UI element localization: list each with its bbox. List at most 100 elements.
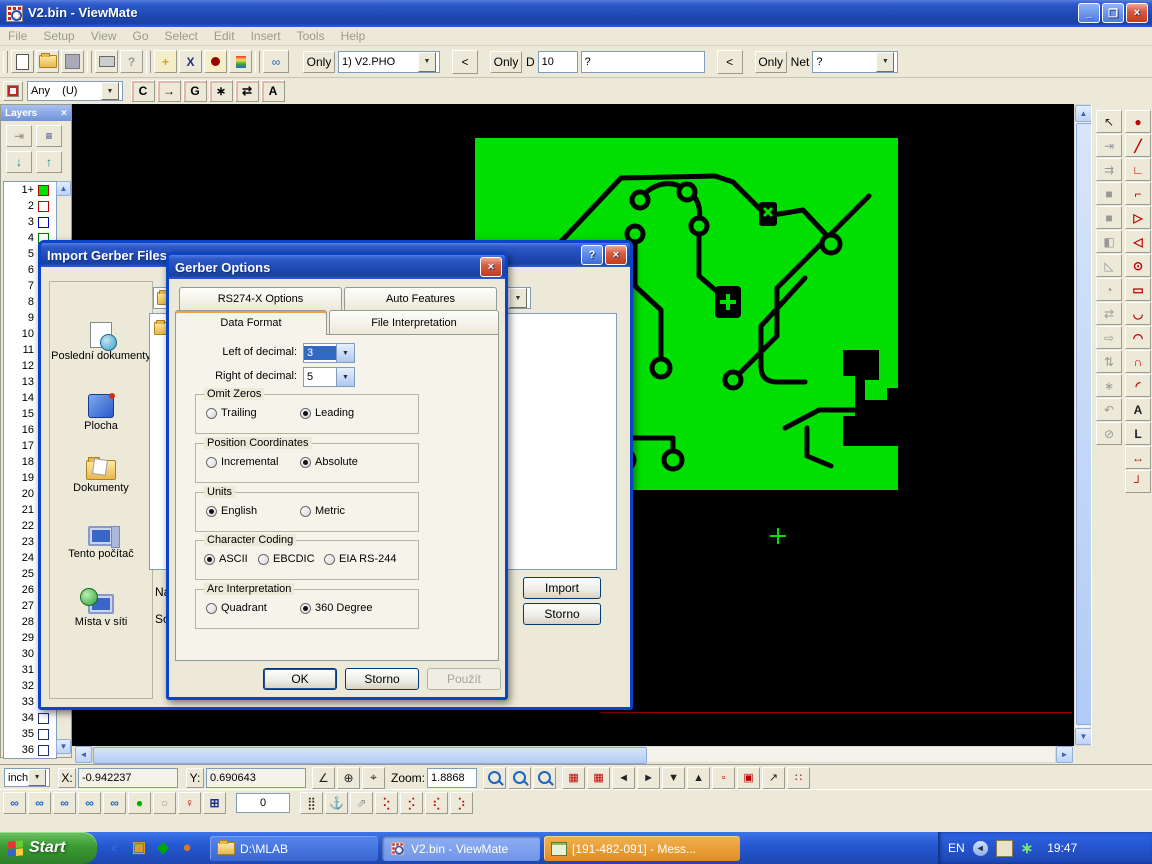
move-selection-tool[interactable]: ⇨ [1096,326,1122,349]
task-explorer-mlab[interactable]: D:\MLAB [210,836,378,861]
curve-tool[interactable]: ∩ [1125,350,1151,373]
chevron-down-icon[interactable]: ▼ [336,344,354,362]
tray-language-indicator[interactable]: EN [948,841,965,855]
glasses-view-button[interactable]: ∞ [263,50,289,73]
quicklaunch-firefox[interactable]: ● [178,837,196,857]
pattern-4-button[interactable]: ⡱ [450,792,473,814]
layer-scroll-up-icon[interactable]: ▲ [56,181,71,196]
menu-view[interactable]: View [83,29,125,43]
gerber-cancel-button[interactable]: Storno [345,668,419,690]
layer-row[interactable]: 34 [4,710,56,726]
layer-color-swatch[interactable] [38,713,49,724]
fit-all-button[interactable]: ∷ [787,767,810,789]
zoom-value-input[interactable]: 1.8868 [427,768,477,788]
view-mode-3-button[interactable]: ∞ [53,792,76,814]
menu-tools[interactable]: Tools [289,29,333,43]
dcode-button[interactable] [204,50,227,73]
move-layer-up-button[interactable]: ↑ [36,151,62,173]
radio-ebcdic[interactable]: EBCDIC [258,553,315,565]
copy-move-tool[interactable]: ⇉ [1096,158,1122,181]
zoom-window-button[interactable] [533,767,556,789]
layers-panel-titlebar[interactable]: Layers × [1,105,71,121]
zoom-in-button[interactable] [483,767,506,789]
only-net-button[interactable]: Only [755,51,787,73]
text-mode-button[interactable]: A [261,80,285,102]
radio-english[interactable]: English [206,505,257,517]
place-network[interactable]: Místa v síti [51,594,151,628]
layer-row[interactable]: 35 [4,726,56,742]
save-button[interactable] [61,50,84,73]
component-mode-button[interactable]: C [131,80,155,102]
net-combo[interactable]: ?▼ [812,51,898,73]
grid-dots-button[interactable]: ⣿ [300,792,323,814]
chevron-down-icon[interactable]: ▼ [28,769,46,786]
import-button[interactable]: Import [523,577,601,599]
view-mode-4-button[interactable]: ∞ [78,792,101,814]
dock-layer-button[interactable]: ⇥ [6,125,32,147]
vertical-scrollbar[interactable]: ▲ ▼ [1074,104,1091,746]
y-coordinate-label[interactable]: Y: [186,768,204,788]
tray-icq-icon[interactable]: ∗ [1021,839,1034,857]
any-filter-combo[interactable]: Any (U)▼ [27,81,123,101]
quicklaunch-help-book[interactable]: ◈ [154,837,172,857]
ok-button[interactable]: OK [263,668,337,690]
close-icon[interactable]: × [61,108,67,119]
unit-combo[interactable]: inch▼ [4,768,50,787]
gerber-mode-button[interactable]: G [183,80,207,102]
context-help-button[interactable]: ? [120,50,143,73]
radio-metric[interactable]: Metric [300,505,345,517]
prev-layer-button[interactable]: < [452,50,478,74]
reorder-tool[interactable]: ⇅ [1096,350,1122,373]
tile-windows-button[interactable]: ⊞ [203,792,226,814]
tools-button[interactable]: X [179,50,202,73]
circle-pad-tool[interactable]: ⊙ [1125,254,1151,277]
only-layer-button[interactable]: Only [303,51,335,73]
horizontal-scroll-thumb[interactable] [93,747,647,764]
corner-tool[interactable]: ┘ [1125,470,1151,493]
pan-down-button[interactable]: ▼ [662,767,685,789]
arc-lower-tool[interactable]: ◡ [1125,302,1151,325]
layer-table-button[interactable]: ≡ [36,125,62,147]
flip-horizontal-tool[interactable]: ◧ [1096,230,1122,253]
close-button[interactable]: × [1126,3,1148,23]
place-my-computer[interactable]: Tento počítač [51,526,151,560]
pin-probe-button[interactable]: ♀ [178,792,201,814]
tab-data-format[interactable]: Data Format [175,310,327,335]
place-recent-documents[interactable]: Poslední dokumenty [51,322,151,362]
pattern-1-button[interactable]: ⢕ [375,792,398,814]
pattern-3-button[interactable]: ⢎ [425,792,448,814]
prev-net-button[interactable]: < [717,50,743,74]
print-button[interactable] [95,50,118,73]
fit-view-button[interactable]: ↗ [762,767,785,789]
layer-color-swatch[interactable] [38,745,49,756]
colors-button[interactable] [229,50,252,73]
delete-tool[interactable]: ⊘ [1096,422,1122,445]
tray-clock[interactable]: 19:47 [1047,841,1077,855]
tab-file-interpretation[interactable]: File Interpretation [329,310,499,334]
gerber-options-titlebar[interactable]: Gerber Options × [169,255,505,279]
probe-point-button[interactable]: ⌖ [362,767,385,789]
tab-auto-features[interactable]: Auto Features [344,287,497,310]
scroll-left-icon[interactable]: ◄ [75,746,92,763]
zoom-grid-button[interactable] [508,767,531,789]
highlight-off-button[interactable]: ○ [153,792,176,814]
radio-quadrant[interactable]: Quadrant [206,602,267,614]
menu-edit[interactable]: Edit [206,29,243,43]
swap-tool[interactable]: ⇄ [1096,302,1122,325]
quicklaunch-ie[interactable]: e [106,837,124,857]
arc-upper-tool[interactable]: ◠ [1125,326,1151,349]
restore-button[interactable]: ❐ [1102,3,1124,23]
tray-ime-icon[interactable] [996,840,1013,857]
triangle-tool[interactable]: ◁ [1125,230,1151,253]
chevron-down-icon[interactable]: ▼ [509,288,527,308]
radio-incremental[interactable]: Incremental [206,456,278,468]
quicklaunch-folder[interactable]: ▣ [130,837,148,857]
left-of-decimal-combo[interactable]: 3▼ [303,343,355,363]
anchor-button[interactable]: ⚓ [325,792,348,814]
layer-color-swatch[interactable] [38,729,49,740]
fill-rect-tool[interactable]: ■ [1096,182,1122,205]
label-tool[interactable]: L [1125,422,1151,445]
flip-vertical-tool[interactable]: ◺ [1096,254,1122,277]
dimension-tool[interactable]: ↔ [1125,446,1151,469]
refresh-grid-button[interactable]: ▦ [587,767,610,789]
